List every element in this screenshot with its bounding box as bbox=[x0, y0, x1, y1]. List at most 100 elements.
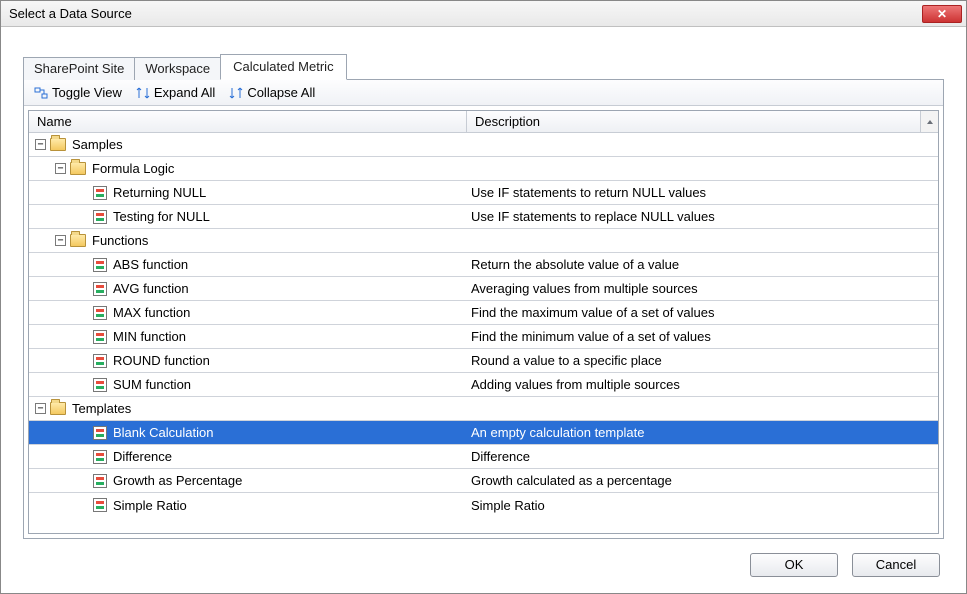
tree-item[interactable]: Returning NULL Use IF statements to retur… bbox=[29, 181, 938, 205]
tree-desc-cell: Return the absolute value of a value bbox=[467, 257, 938, 272]
footer: OK Cancel bbox=[23, 539, 944, 577]
tree-name-cell: Returning NULL bbox=[29, 185, 467, 200]
tree-item[interactable]: Testing for NULL Use IF statements to rep… bbox=[29, 205, 938, 229]
metric-icon bbox=[93, 426, 107, 440]
tree-desc-cell: Averaging values from multiple sources bbox=[467, 281, 938, 296]
tree-desc-cell: An empty calculation template bbox=[467, 425, 938, 440]
tree-item[interactable]: Growth as Percentage Growth calculated as… bbox=[29, 469, 938, 493]
column-name[interactable]: Name bbox=[29, 111, 467, 132]
tree-name-cell: ABS function bbox=[29, 257, 467, 272]
dialog-content: SharePoint Site Workspace Calculated Met… bbox=[1, 27, 966, 593]
tree-name-cell: AVG function bbox=[29, 281, 467, 296]
folder-icon bbox=[70, 234, 86, 247]
metric-icon bbox=[93, 186, 107, 200]
tree-desc-cell: Growth calculated as a percentage bbox=[467, 473, 938, 488]
tree-name-cell: MIN function bbox=[29, 329, 467, 344]
tree-label: MAX function bbox=[113, 305, 190, 320]
close-icon: ✕ bbox=[937, 7, 947, 21]
metric-icon bbox=[93, 474, 107, 488]
tab-row: SharePoint Site Workspace Calculated Met… bbox=[23, 55, 944, 79]
tree-item[interactable]: Simple Ratio Simple Ratio bbox=[29, 493, 938, 517]
tree-name-cell: − Samples bbox=[29, 137, 467, 152]
tab-panel: Toggle View Expand All Collapse All Name… bbox=[23, 79, 944, 539]
tree-desc-cell: Simple Ratio bbox=[467, 498, 938, 513]
metric-icon bbox=[93, 450, 107, 464]
tree-item[interactable]: Difference Difference bbox=[29, 445, 938, 469]
tree-item[interactable]: MAX function Find the maximum value of a … bbox=[29, 301, 938, 325]
collapse-all-label: Collapse All bbox=[247, 85, 315, 100]
tree-label: Templates bbox=[72, 401, 131, 416]
tree-name-cell: Simple Ratio bbox=[29, 498, 467, 513]
tree-desc-cell: Round a value to a specific place bbox=[467, 353, 938, 368]
metric-icon bbox=[93, 330, 107, 344]
tree-folder[interactable]: −Formula Logic bbox=[29, 157, 938, 181]
toolbar: Toggle View Expand All Collapse All bbox=[24, 80, 943, 106]
metric-icon bbox=[93, 354, 107, 368]
tree-item[interactable]: ROUND functionRound a value to a specifi… bbox=[29, 349, 938, 373]
tree-desc-cell: Use IF statements to return NULL values bbox=[467, 185, 938, 200]
expander-icon[interactable]: − bbox=[55, 235, 66, 246]
tree-label: AVG function bbox=[113, 281, 189, 296]
tree-name-cell: − Functions bbox=[29, 233, 467, 248]
tree-name-cell: − Templates bbox=[29, 401, 467, 416]
tree-name-cell: ROUND function bbox=[29, 353, 467, 368]
cancel-button[interactable]: Cancel bbox=[852, 553, 940, 577]
tree-desc-cell: Find the minimum value of a set of value… bbox=[467, 329, 938, 344]
tree-wrap: Name Description −Samples−Formula LogicR… bbox=[24, 106, 943, 538]
tree-desc-cell: Adding values from multiple sources bbox=[467, 377, 938, 392]
tree-label: MIN function bbox=[113, 329, 186, 344]
close-button[interactable]: ✕ bbox=[922, 5, 962, 23]
tree-label: Blank Calculation bbox=[113, 425, 213, 440]
collapse-all-button[interactable]: Collapse All bbox=[225, 83, 319, 102]
tree-desc-cell: Use IF statements to replace NULL values bbox=[467, 209, 938, 224]
tree-label: Simple Ratio bbox=[113, 498, 187, 513]
tree-item[interactable]: ABS function Return the absolute value of… bbox=[29, 253, 938, 277]
expander-icon[interactable]: − bbox=[35, 139, 46, 150]
tree-desc-cell: Find the maximum value of a set of value… bbox=[467, 305, 938, 320]
column-description[interactable]: Description bbox=[467, 111, 920, 132]
expander-icon[interactable]: − bbox=[35, 403, 46, 414]
window-title: Select a Data Source bbox=[9, 6, 132, 21]
tree-item[interactable]: AVG function Averaging values from multip… bbox=[29, 277, 938, 301]
tree-label: Growth as Percentage bbox=[113, 473, 242, 488]
tree-label: Testing for NULL bbox=[113, 209, 210, 224]
tree-folder[interactable]: − Templates bbox=[29, 397, 938, 421]
tree-label: Functions bbox=[92, 233, 148, 248]
tree-name-cell: −Formula Logic bbox=[29, 161, 467, 176]
tree-name-cell: Difference bbox=[29, 449, 467, 464]
tree-name-cell: Testing for NULL bbox=[29, 209, 467, 224]
collapse-all-icon bbox=[229, 86, 243, 100]
tree-folder[interactable]: − Functions bbox=[29, 229, 938, 253]
tree-desc-cell: Difference bbox=[467, 449, 938, 464]
tree-item[interactable]: Blank Calculation An empty calculation te… bbox=[29, 421, 938, 445]
tree-folder[interactable]: − Samples bbox=[29, 133, 938, 157]
tree-name-cell: Blank Calculation bbox=[29, 425, 467, 440]
toggle-view-button[interactable]: Toggle View bbox=[30, 83, 126, 102]
tree-label: Samples bbox=[72, 137, 123, 152]
tree-box: Name Description −Samples−Formula LogicR… bbox=[28, 110, 939, 534]
tree-label: Difference bbox=[113, 449, 172, 464]
tree-label: SUM function bbox=[113, 377, 191, 392]
tree-item[interactable]: MIN function Find the minimum value of a … bbox=[29, 325, 938, 349]
tree-name-cell: MAX function bbox=[29, 305, 467, 320]
scroll-up-icon[interactable] bbox=[920, 111, 938, 132]
tab-calculated-metric[interactable]: Calculated Metric bbox=[220, 54, 346, 80]
tree-name-cell: Growth as Percentage bbox=[29, 473, 467, 488]
expand-all-label: Expand All bbox=[154, 85, 215, 100]
expand-all-button[interactable]: Expand All bbox=[132, 83, 219, 102]
tree-item[interactable]: SUM function Adding values from multiple … bbox=[29, 373, 938, 397]
tree-rows[interactable]: −Samples−Formula LogicReturning NULLUse … bbox=[29, 133, 938, 533]
metric-icon bbox=[93, 258, 107, 272]
expander-icon[interactable]: − bbox=[55, 163, 66, 174]
folder-icon bbox=[50, 138, 66, 151]
column-header: Name Description bbox=[29, 111, 938, 133]
tree-name-cell: SUM function bbox=[29, 377, 467, 392]
toggle-view-icon bbox=[34, 86, 48, 100]
ok-button[interactable]: OK bbox=[750, 553, 838, 577]
tree-label: Returning NULL bbox=[113, 185, 206, 200]
metric-icon bbox=[93, 210, 107, 224]
toggle-view-label: Toggle View bbox=[52, 85, 122, 100]
tab-sharepoint-site[interactable]: SharePoint Site bbox=[23, 57, 135, 80]
tab-workspace[interactable]: Workspace bbox=[134, 57, 221, 80]
tree-label: ABS function bbox=[113, 257, 188, 272]
